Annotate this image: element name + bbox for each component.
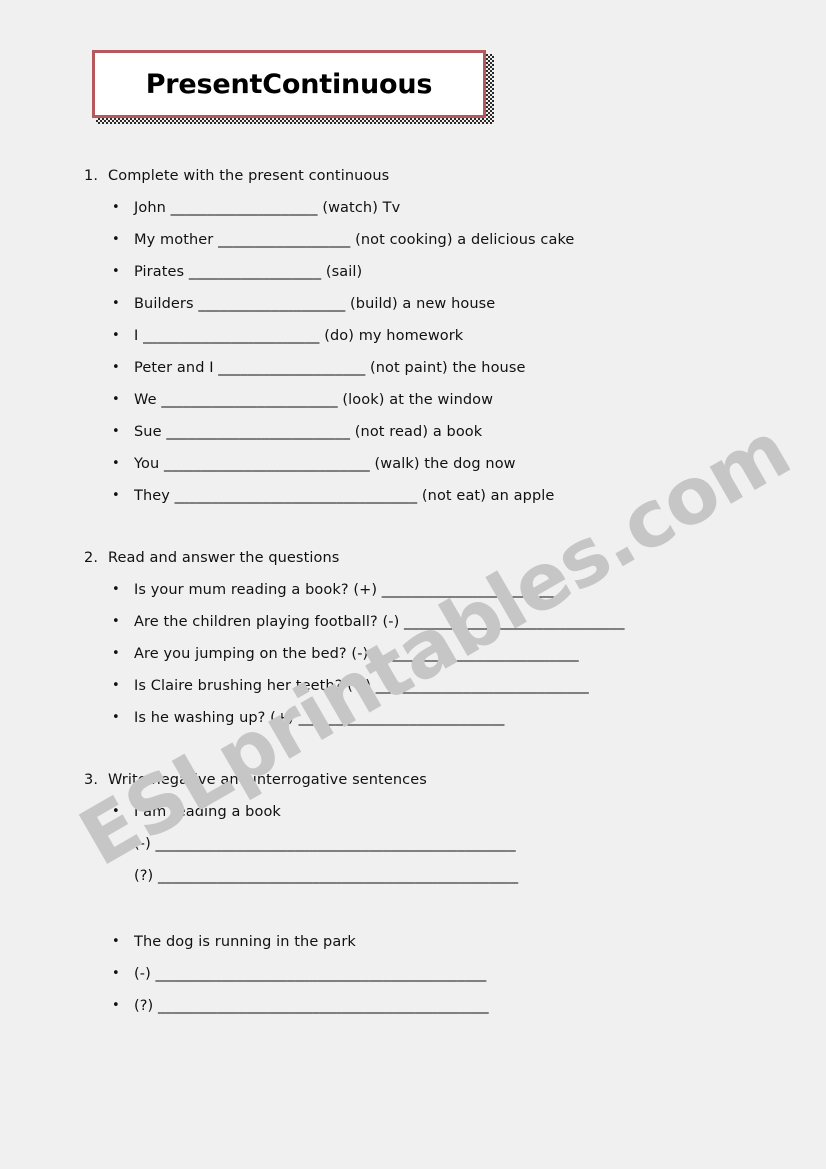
exercise-item[interactable]: • Are the children playing football? (-) …: [0, 606, 826, 638]
exercise-item[interactable]: •(?) ___________________________________…: [0, 860, 826, 892]
section-item-list: • Is your mum reading a book? (+) _______…: [0, 574, 826, 734]
exercise-item-text: John ____________________ (watch) Tv: [134, 200, 401, 216]
bullet-icon: •: [112, 328, 120, 343]
bullet-icon: •: [112, 966, 120, 981]
section-heading: 1. Complete with the present continuous: [0, 160, 826, 192]
exercise-item[interactable]: • We ________________________ (look) at t…: [0, 384, 826, 416]
bullet-icon: •: [112, 456, 120, 471]
exercise-item-text: Is he washing up? (+) __________________…: [134, 710, 505, 726]
exercise-item-text: Builders ____________________ (build) a …: [134, 296, 496, 312]
exercise-item[interactable]: • Is Claire brushing her teeth? (+) _____…: [0, 670, 826, 702]
exercise-item-text: Sue _________________________ (not read)…: [134, 424, 483, 440]
exercise-item[interactable]: • The dog is running in the park: [0, 926, 826, 958]
exercise-item[interactable]: • Peter and I ____________________ (not p…: [0, 352, 826, 384]
exercise-item[interactable]: • You ____________________________ (walk)…: [0, 448, 826, 480]
section-title: Read and answer the questions: [108, 550, 340, 566]
exercise-item[interactable]: • John ____________________ (watch) Tv: [0, 192, 826, 224]
exercise-item[interactable]: • Sue _________________________ (not read…: [0, 416, 826, 448]
bullet-icon: •: [112, 232, 120, 247]
worksheet-section: 2. Read and answer the questions • Is your …: [0, 542, 826, 764]
section-title: Write negative and interrogative sentenc…: [108, 772, 427, 788]
exercise-item-text: I am reading a book: [134, 804, 281, 820]
exercise-item-text: (?) ____________________________________…: [134, 998, 489, 1014]
exercise-item[interactable]: • Is your mum reading a book? (+) _______…: [0, 574, 826, 606]
exercise-item-text: Are you jumping on the bed? (-) ________…: [134, 646, 579, 662]
exercise-item-text: The dog is running in the park: [134, 934, 356, 950]
exercise-item-text: You ____________________________ (walk) …: [134, 456, 516, 472]
worksheet-page: PresentContinuous 1. Complete with the pr…: [0, 0, 826, 1169]
exercise-item[interactable]: • Pirates __________________ (sail): [0, 256, 826, 288]
exercise-item-text: My mother __________________ (not cookin…: [134, 232, 575, 248]
exercise-item[interactable]: • My mother __________________ (not cooki…: [0, 224, 826, 256]
bullet-icon: •: [112, 614, 120, 629]
exercise-item[interactable]: •(-) ___________________________________…: [0, 828, 826, 860]
exercise-item[interactable]: • Builders ____________________ (build) a…: [0, 288, 826, 320]
exercise-item-text: (-) ____________________________________…: [134, 836, 516, 852]
bullet-icon: •: [112, 424, 120, 439]
worksheet-body: 1. Complete with the present continuous • J…: [0, 160, 826, 1022]
bullet-icon: •: [112, 998, 120, 1013]
exercise-item-text: They _________________________________ (…: [134, 488, 555, 504]
exercise-item-text: Is your mum reading a book? (+) ________…: [134, 582, 566, 598]
section-title: Complete with the present continuous: [108, 168, 390, 184]
section-item-list: • John ____________________ (watch) Tv • My…: [0, 192, 826, 512]
exercise-item[interactable]: • Is he washing up? (+) _________________…: [0, 702, 826, 734]
section-number: 1.: [84, 168, 99, 184]
bullet-icon: •: [112, 582, 120, 597]
bullet-icon: •: [112, 934, 120, 949]
bullet-icon: •: [112, 488, 120, 503]
exercise-item-text: (-) ____________________________________…: [134, 966, 487, 982]
exercise-item-text: Peter and I ____________________ (not pa…: [134, 360, 526, 376]
exercise-item[interactable]: • They _________________________________ …: [0, 480, 826, 512]
bullet-icon: •: [112, 264, 120, 279]
bullet-icon: •: [112, 296, 120, 311]
exercise-item-text: Is Claire brushing her teeth? (+) ______…: [134, 678, 589, 694]
exercise-item-text: We ________________________ (look) at th…: [134, 392, 494, 408]
exercise-item[interactable]: • (?) ___________________________________…: [0, 990, 826, 1022]
section-heading: 2. Read and answer the questions: [0, 542, 826, 574]
exercise-item-text: (?) ____________________________________…: [134, 868, 519, 884]
bullet-icon: •: [112, 360, 120, 375]
exercise-item-text: Are the children playing football? (-) _…: [134, 614, 625, 630]
exercise-item[interactable]: • I ________________________ (do) my home…: [0, 320, 826, 352]
bullet-icon: •: [112, 710, 120, 725]
bullet-icon: •: [112, 392, 120, 407]
page-title: PresentContinuous: [145, 68, 433, 100]
bullet-icon: •: [112, 678, 120, 693]
exercise-item[interactable]: • Are you jumping on the bed? (-) _______…: [0, 638, 826, 670]
section-number: 2.: [84, 550, 99, 566]
exercise-item[interactable]: • I am reading a book: [0, 796, 826, 828]
bullet-icon: •: [112, 804, 120, 819]
section-item-list: •I am reading a book•(-) _______________…: [0, 796, 826, 1022]
exercise-item-text: Pirates __________________ (sail): [134, 264, 363, 280]
exercise-item[interactable]: • (-) ___________________________________…: [0, 958, 826, 990]
section-number: 3.: [84, 772, 99, 788]
title-box: PresentContinuous: [92, 50, 486, 118]
bullet-icon: •: [112, 200, 120, 215]
worksheet-section: 3. Write negative and interrogative sente…: [0, 764, 826, 1022]
section-heading: 3. Write negative and interrogative sente…: [0, 764, 826, 796]
exercise-item-text: I ________________________ (do) my homew…: [134, 328, 464, 344]
bullet-icon: •: [112, 646, 120, 661]
worksheet-section: 1. Complete with the present continuous • J…: [0, 160, 826, 542]
